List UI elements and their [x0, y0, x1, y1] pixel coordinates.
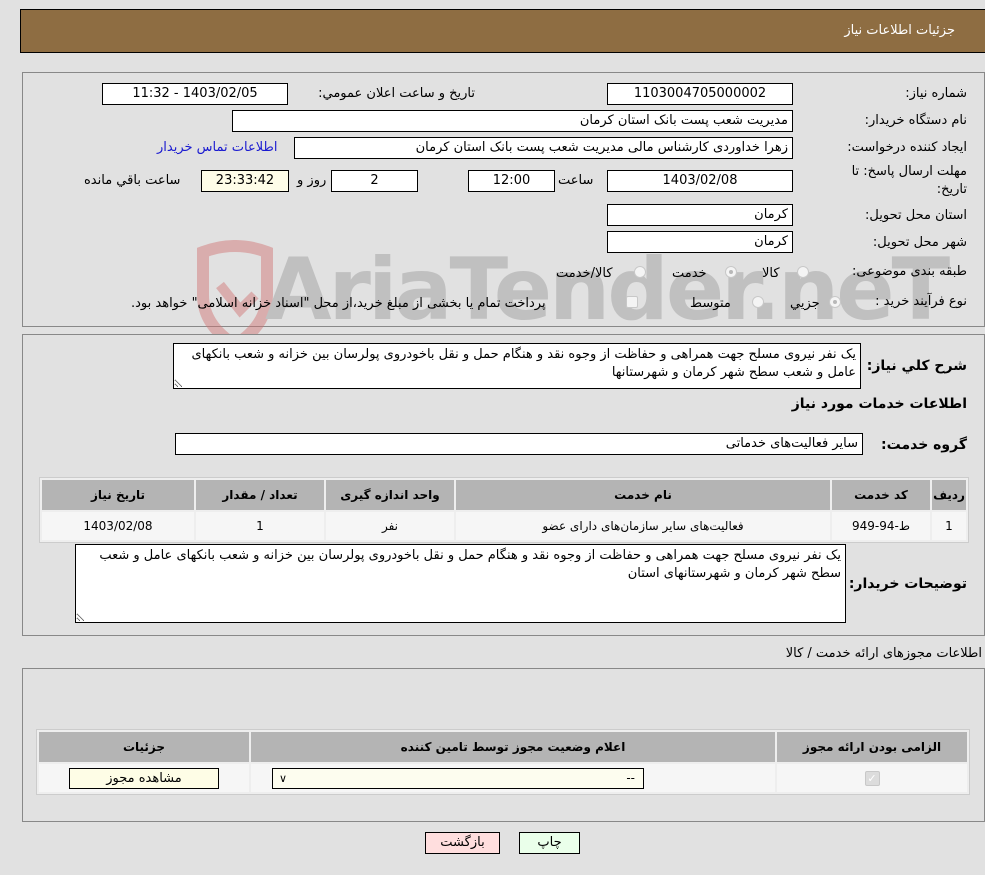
- days-label: روز و: [297, 173, 327, 188]
- deadline-label: مهلت ارسال پاسخ: تا: [851, 164, 967, 179]
- col-unit: واحد اندازه گيری: [326, 480, 454, 510]
- remaining-label: ساعت باقي مانده: [84, 173, 181, 188]
- delivery-province-field: کرمان: [607, 204, 793, 226]
- services-table: رديف کد خدمت نام خدمت واحد اندازه گيری ت…: [39, 477, 969, 543]
- cell-service-code: ط-94-949: [832, 512, 930, 540]
- view-permit-button[interactable]: مشاهده مجوز: [69, 767, 219, 789]
- category-label: طبقه بندی موضوعی:: [851, 264, 967, 279]
- purchase-option-medium: متوسط: [690, 296, 731, 311]
- purchase-radio-minor[interactable]: [829, 296, 841, 308]
- category-radio-service[interactable]: [725, 266, 737, 278]
- purchase-option-minor: جزيي: [790, 296, 820, 311]
- delivery-city-label: شهر محل تحویل:: [872, 235, 967, 250]
- permit-required-checkbox[interactable]: ✓: [864, 770, 880, 786]
- cell-permit-required: ✓: [777, 764, 967, 792]
- purchase-radio-medium[interactable]: [752, 296, 764, 308]
- category-radio-goods[interactable]: [797, 266, 809, 278]
- announce-datetime-label: تاریخ و ساعت اعلان عمومي:: [318, 86, 475, 101]
- buyer-notes-label: توضيحات خريدار:: [848, 576, 967, 592]
- permit-status-value: --: [626, 770, 635, 785]
- announce-datetime-field: 1403/02/05 - 11:32: [102, 83, 288, 105]
- deadline-time-field: 12:00: [468, 170, 555, 192]
- treasury-note: پرداخت تمام یا بخشی از مبلغ خرید،از محل …: [131, 296, 546, 311]
- buyer-contact-link[interactable]: اطلاعات تماس خریدار: [157, 140, 277, 155]
- cell-service-name: فعالیت‌های سایر سازمان‌های دارای عضو: [456, 512, 830, 540]
- table-row: ✓ -- ∨ مشاهده مجوز: [39, 764, 967, 792]
- treasury-checkbox[interactable]: [626, 296, 638, 308]
- col-permit-details: جزئیات: [39, 732, 249, 762]
- purchase-type-label: نوع فرآیند خرید :: [875, 294, 967, 309]
- table-row: 1 ط-94-949 فعالیت‌های سایر سازمان‌های دا…: [42, 512, 966, 540]
- cell-permit-status: -- ∨: [251, 764, 775, 792]
- cell-need-date: 1403/02/08: [42, 512, 194, 540]
- remaining-time-field: 23:33:42: [201, 170, 289, 192]
- col-permit-required: الزامی بودن ارائه مجوز: [777, 732, 967, 762]
- buyer-org-label: نام دستگاه خریدار:: [864, 113, 967, 128]
- permits-table-header: الزامی بودن ارائه مجوز اعلام وضعیت مجوز …: [39, 732, 967, 762]
- description-label: شرح کلي نياز:: [866, 358, 967, 374]
- services-table-header: رديف کد خدمت نام خدمت واحد اندازه گيری ت…: [42, 480, 966, 510]
- buyer-notes-textarea[interactable]: یک نفر نیروی مسلح جهت همراهی و حفاظت از …: [75, 544, 846, 623]
- requester-field: زهرا خداوردی کارشناس مالی مدیریت شعب پست…: [294, 137, 793, 159]
- cell-quantity: 1: [196, 512, 324, 540]
- service-group-label: گروه خدمت:: [881, 437, 967, 453]
- need-number-field: 1103004705000002: [607, 83, 793, 105]
- back-button[interactable]: بازگشت: [425, 832, 500, 854]
- cell-row-number: 1: [932, 512, 966, 540]
- category-option-service: خدمت: [672, 266, 707, 281]
- services-section-title: اطلاعات خدمات مورد نياز: [791, 396, 967, 412]
- buyer-org-field: مدیریت شعب پست بانک استان کرمان: [232, 110, 793, 132]
- print-button[interactable]: چاپ: [519, 832, 580, 854]
- remaining-days-field: 2: [331, 170, 418, 192]
- col-row-number: رديف: [932, 480, 966, 510]
- delivery-city-field: کرمان: [607, 231, 793, 253]
- page-title: جزئیات اطلاعات نیاز: [844, 23, 955, 38]
- category-option-goods: کالا: [762, 266, 780, 281]
- permits-table: الزامی بودن ارائه مجوز اعلام وضعیت مجوز …: [36, 729, 970, 795]
- cell-unit: نفر: [326, 512, 454, 540]
- service-group-field: سایر فعالیت‌های خدماتی: [175, 433, 863, 455]
- col-need-date: تاريخ نياز: [42, 480, 194, 510]
- delivery-province-label: استان محل تحویل:: [865, 208, 967, 223]
- col-quantity: تعداد / مقدار: [196, 480, 324, 510]
- deadline-date-field: 1403/02/08: [607, 170, 793, 192]
- deadline-label-date: تاریخ:: [936, 182, 967, 197]
- chevron-down-icon: ∨: [279, 771, 288, 785]
- category-option-goods-service: کالا/خدمت: [556, 266, 613, 281]
- need-number-label: شماره نیاز:: [905, 86, 967, 101]
- permit-status-select[interactable]: -- ∨: [272, 767, 644, 789]
- description-textarea[interactable]: یک نفر نیروی مسلح جهت همراهی و حفاظت از …: [173, 343, 861, 389]
- permits-section-title: اطلاعات مجوزهای ارائه خدمت / کالا: [785, 646, 982, 661]
- col-service-code: کد خدمت: [832, 480, 930, 510]
- col-service-name: نام خدمت: [456, 480, 830, 510]
- col-permit-status: اعلام وضعیت مجوز توسط تامين کننده: [251, 732, 775, 762]
- cell-permit-details: مشاهده مجوز: [39, 764, 249, 792]
- category-radio-goods-service[interactable]: [634, 266, 646, 278]
- page-header: جزئیات اطلاعات نیاز: [20, 9, 985, 53]
- requester-label: ایجاد کننده درخواست:: [847, 140, 967, 155]
- deadline-time-label: ساعت: [558, 173, 594, 188]
